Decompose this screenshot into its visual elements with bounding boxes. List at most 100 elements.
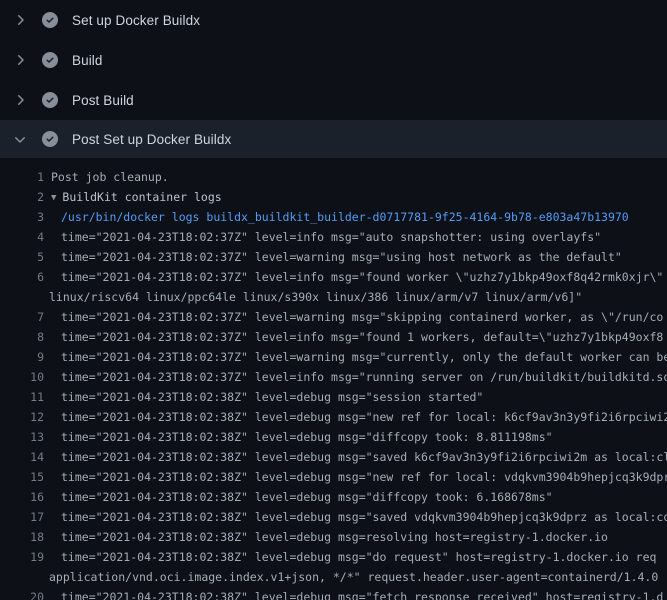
line-number[interactable]: 3 (0, 207, 44, 227)
log-text: time="2021-04-23T18:02:37Z" level=info m… (61, 270, 663, 284)
log-text-wrapper: time="2021-04-23T18:02:38Z" level=debug … (44, 447, 667, 467)
line-number[interactable]: 11 (0, 387, 44, 407)
log-text-wrapper: /usr/bin/docker logs buildx_buildkit_bui… (44, 207, 629, 227)
log-group-toggle-icon[interactable]: ▼ (51, 188, 56, 207)
line-number[interactable]: 16 (0, 487, 44, 507)
step-row-post-set-up-docker-buildx[interactable]: Post Set up Docker Buildx (0, 120, 667, 158)
line-number[interactable]: 4 (0, 227, 44, 247)
log-text-wrapper: time="2021-04-23T18:02:38Z" level=debug … (44, 587, 663, 600)
log-line-7: 7 time="2021-04-23T18:02:37Z" level=warni… (0, 307, 667, 327)
line-number[interactable]: 13 (0, 427, 44, 447)
log-text-wrapper: time="2021-04-23T18:02:38Z" level=debug … (44, 427, 553, 447)
log-text-wrapper: ▼ BuildKit container logs (44, 187, 222, 207)
log-text: Post job cleanup. (51, 170, 169, 184)
log-text-wrapper: time="2021-04-23T18:02:38Z" level=debug … (44, 407, 667, 427)
log-text-wrapper: time="2021-04-23T18:02:37Z" level=info m… (44, 367, 667, 387)
log-line-20: 20 time="2021-04-23T18:02:38Z" level=debu… (0, 587, 667, 600)
line-number[interactable]: 19 (0, 547, 44, 567)
line-number[interactable]: 9 (0, 347, 44, 367)
log-text-wrapper: time="2021-04-23T18:02:38Z" level=debug … (44, 547, 656, 567)
chevron-right-icon[interactable] (12, 92, 28, 108)
log-text: time="2021-04-23T18:02:38Z" level=debug … (61, 410, 667, 424)
line-number[interactable]: 15 (0, 467, 44, 487)
log-text-wrapper: Post job cleanup. (44, 167, 169, 187)
actions-log-panel: Set up Docker Buildx Build Post Build Post … (0, 0, 667, 600)
line-number[interactable]: 5 (0, 247, 44, 267)
log-text: application/vnd.oci.image.index.v1+json,… (49, 570, 658, 584)
log-text: time="2021-04-23T18:02:38Z" level=debug … (61, 530, 608, 544)
line-number[interactable]: 7 (0, 307, 44, 327)
log-text: time="2021-04-23T18:02:38Z" level=debug … (61, 430, 553, 444)
step-label: Set up Docker Buildx (72, 13, 200, 28)
log-viewer: 1 Post job cleanup. 2 ▼ BuildKit container l… (0, 158, 667, 600)
check-circle-icon (42, 52, 58, 68)
log-line-1: 1 Post job cleanup. (0, 167, 667, 187)
chevron-right-icon[interactable] (12, 52, 28, 68)
log-text: linux/riscv64 linux/ppc64le linux/s390x … (49, 290, 582, 304)
log-text: time="2021-04-23T18:02:37Z" level=info m… (61, 330, 663, 344)
log-line-11: 11 time="2021-04-23T18:02:38Z" level=debu… (0, 387, 667, 407)
log-text: time="2021-04-23T18:02:37Z" level=info m… (61, 230, 601, 244)
line-number[interactable]: 12 (0, 407, 44, 427)
step-row-post-build[interactable]: Post Build (0, 80, 667, 120)
log-text: time="2021-04-23T18:02:38Z" level=debug … (61, 590, 663, 600)
step-list: Set up Docker Buildx Build Post Build Post … (0, 0, 667, 158)
step-label: Build (72, 53, 103, 68)
log-line-continuation: linux/riscv64 linux/ppc64le linux/s390x … (0, 287, 667, 307)
log-line-4: 4 time="2021-04-23T18:02:37Z" level=info … (0, 227, 667, 247)
log-line-15: 15time="2021-04-23T18:02:38Z" level=debu… (0, 467, 667, 487)
step-label: Post Build (72, 93, 134, 108)
chevron-right-icon[interactable] (12, 12, 28, 28)
line-number[interactable]: 18 (0, 527, 44, 547)
log-text: time="2021-04-23T18:02:37Z" level=warnin… (61, 350, 667, 364)
log-line-8: 8 time="2021-04-23T18:02:37Z" level=info … (0, 327, 667, 347)
log-text-wrapper: time="2021-04-23T18:02:38Z" level=debug … (44, 467, 667, 487)
check-circle-icon (42, 131, 58, 147)
check-circle-icon (42, 12, 58, 28)
log-text: time="2021-04-23T18:02:37Z" level=warnin… (61, 310, 663, 324)
log-text: time="2021-04-23T18:02:38Z" level=debug … (61, 510, 667, 524)
log-line-6: 6 time="2021-04-23T18:02:37Z" level=info … (0, 267, 667, 287)
log-text: time="2021-04-23T18:02:38Z" level=debug … (61, 450, 667, 464)
log-line-10: 10 time="2021-04-23T18:02:37Z" level=info… (0, 367, 667, 387)
log-line-18: 18 time="2021-04-23T18:02:38Z" level=debu… (0, 527, 667, 547)
log-text-wrapper: time="2021-04-23T18:02:37Z" level=warnin… (44, 247, 622, 267)
line-number[interactable]: 14 (0, 447, 44, 467)
log-text: time="2021-04-23T18:02:37Z" level=info m… (61, 370, 667, 384)
log-text-wrapper: time="2021-04-23T18:02:37Z" level=warnin… (44, 307, 663, 327)
step-row-set-up-docker-buildx[interactable]: Set up Docker Buildx (0, 0, 667, 40)
log-line-continuation: application/vnd.oci.image.index.v1+json,… (0, 567, 667, 587)
chevron-down-icon[interactable] (12, 131, 28, 147)
line-number[interactable]: 10 (0, 367, 44, 387)
log-line-17: 17 time="2021-04-23T18:02:38Z" level=debu… (0, 507, 667, 527)
log-text-wrapper: time="2021-04-23T18:02:38Z" level=debug … (44, 527, 608, 547)
line-number[interactable]: 20 (0, 587, 44, 600)
log-line-13: 13 time="2021-04-23T18:02:38Z" level=debu… (0, 427, 667, 447)
log-text: time="2021-04-23T18:02:37Z" level=warnin… (61, 250, 622, 264)
log-text-wrapper: time="2021-04-23T18:02:37Z" level=info m… (44, 327, 663, 347)
line-number[interactable]: 8 (0, 327, 44, 347)
log-text-wrapper: application/vnd.oci.image.index.v1+json,… (44, 567, 658, 587)
log-line-16: 16 time="2021-04-23T18:02:38Z" level=debu… (0, 487, 667, 507)
line-number[interactable]: 2 (0, 187, 44, 207)
log-text: time="2021-04-23T18:02:38Z" level=debug … (61, 490, 553, 504)
log-line-14: 14 time="2021-04-23T18:02:38Z" level=debu… (0, 447, 667, 467)
log-text: time="2021-04-23T18:02:38Z" level=debug … (61, 390, 483, 404)
line-number (0, 287, 44, 307)
log-text-wrapper: time="2021-04-23T18:02:37Z" level=warnin… (44, 347, 667, 367)
step-row-build[interactable]: Build (0, 40, 667, 80)
log-text-wrapper: time="2021-04-23T18:02:37Z" level=info m… (44, 227, 601, 247)
line-number (0, 567, 44, 587)
log-line-2: 2 ▼ BuildKit container logs (0, 187, 667, 207)
line-number[interactable]: 17 (0, 507, 44, 527)
log-line-12: 12 time="2021-04-23T18:02:38Z" level=debu… (0, 407, 667, 427)
log-text: BuildKit container logs (62, 190, 221, 204)
line-number[interactable]: 6 (0, 267, 44, 287)
log-text-wrapper: time="2021-04-23T18:02:38Z" level=debug … (44, 387, 483, 407)
log-line-5: 5 time="2021-04-23T18:02:37Z" level=warni… (0, 247, 667, 267)
log-text-wrapper: time="2021-04-23T18:02:37Z" level=info m… (44, 267, 663, 287)
log-text-wrapper: time="2021-04-23T18:02:38Z" level=debug … (44, 507, 667, 527)
log-command-text[interactable]: /usr/bin/docker logs buildx_buildkit_bui… (61, 210, 629, 224)
log-line-9: 9 time="2021-04-23T18:02:37Z" level=warni… (0, 347, 667, 367)
line-number[interactable]: 1 (0, 167, 44, 187)
